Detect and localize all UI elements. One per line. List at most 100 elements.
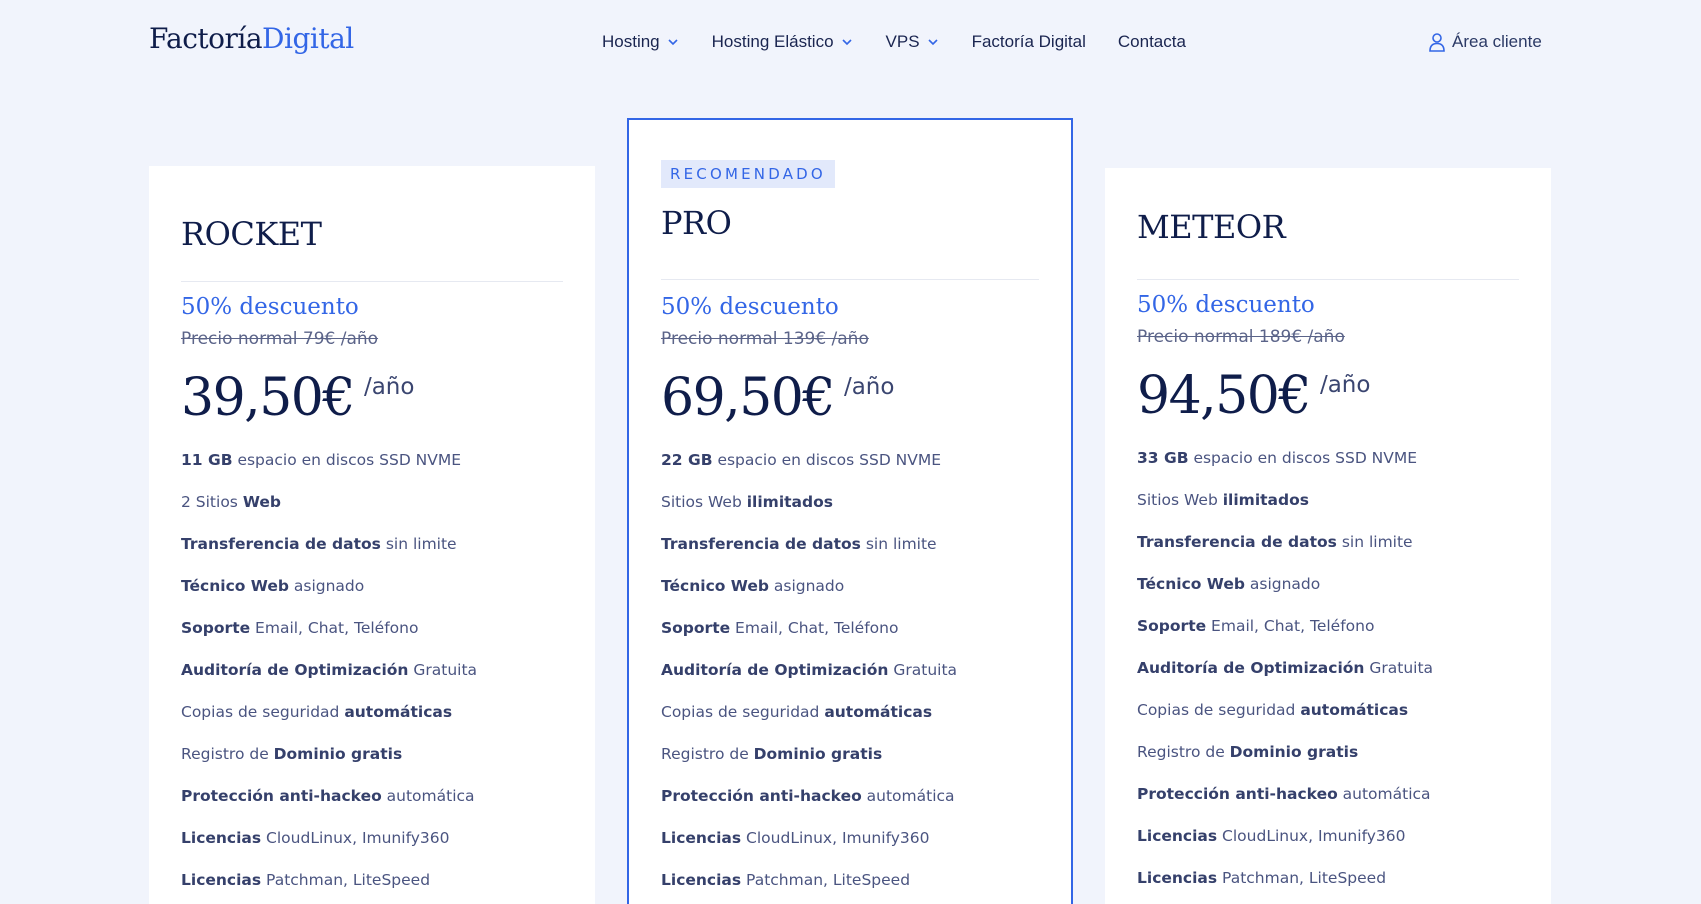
feature-text: Auditoría de Optimización [181, 661, 409, 679]
discount-label: 50% descuento [661, 294, 839, 320]
feature-item: Registro de Dominio gratis [661, 744, 957, 786]
feature-text: Registro de [661, 745, 754, 763]
plan-name: METEOR [1137, 208, 1286, 246]
divider [1137, 279, 1519, 280]
feature-list: 33 GB espacio en discos SSD NVME Sitios W… [1137, 448, 1433, 904]
feature-item: Copias de seguridad automáticas [181, 702, 477, 744]
feature-text: sin limite [1336, 533, 1413, 551]
feature-text: Sitios Web [661, 493, 747, 511]
feature-text: Transferencia de datos [661, 535, 861, 553]
feature-text: Copias de seguridad [661, 703, 825, 721]
feature-text: ilimitados [746, 493, 833, 511]
feature-text: Licencias [661, 829, 742, 847]
brand-logo-part1: Factoría [149, 22, 263, 55]
feature-item: Licencias CloudLinux, Imunify360 [181, 828, 477, 870]
nav-item-label: Factoría Digital [971, 32, 1086, 51]
feature-item: Sitios Web ilimitados [661, 492, 957, 534]
feature-item: 22 GB espacio en discos SSD NVME [661, 450, 957, 492]
feature-text: asignado [1244, 575, 1321, 593]
feature-text: Dominio gratis [1229, 743, 1359, 761]
nav-item-vps[interactable]: VPS [886, 32, 940, 52]
feature-item: Soporte Email, Chat, Teléfono [1137, 616, 1433, 658]
price: 94,50€ [1137, 366, 1311, 426]
nav-item-factoria-digital[interactable]: Factoría Digital [972, 32, 1086, 52]
feature-text: ilimitados [1222, 491, 1309, 509]
feature-text: Gratuita [408, 661, 478, 679]
price: 39,50€ [181, 368, 355, 428]
nav-item-hosting-elastico[interactable]: Hosting Elástico [712, 32, 854, 52]
feature-text: asignado [768, 577, 845, 595]
chevron-down-icon [841, 39, 852, 46]
feature-item: Auditoría de Optimización Gratuita [661, 660, 957, 702]
feature-text: Licencias [661, 871, 742, 889]
feature-text: espacio en discos SSD NVME [712, 451, 942, 469]
feature-text: sin limite [860, 535, 937, 553]
feature-text: espacio en discos SSD NVME [232, 451, 462, 469]
feature-list: 22 GB espacio en discos SSD NVME Sitios W… [661, 450, 957, 904]
feature-text: Dominio gratis [273, 745, 403, 763]
discount-label: 50% descuento [1137, 292, 1315, 318]
feature-text: Gratuita [1364, 659, 1434, 677]
feature-item: Licencias Patchman, LiteSpeed [661, 870, 957, 904]
feature-item: Transferencia de datos sin limite [661, 534, 957, 576]
feature-text: Registro de [1137, 743, 1230, 761]
client-area-link[interactable]: Área cliente [1428, 32, 1542, 52]
feature-text: Protección anti-hackeo [181, 787, 382, 805]
divider [181, 281, 563, 282]
feature-text: 2 Sitios [181, 493, 243, 511]
price-row: 69,50€ /año [661, 372, 894, 424]
divider [661, 279, 1039, 280]
feature-item: 11 GB espacio en discos SSD NVME [181, 450, 477, 492]
feature-item: Registro de Dominio gratis [181, 744, 477, 786]
price-period: /año [363, 374, 415, 400]
feature-item: Auditoría de Optimización Gratuita [1137, 658, 1433, 700]
feature-item: Transferencia de datos sin limite [181, 534, 477, 576]
feature-item: Licencias Patchman, LiteSpeed [181, 870, 477, 904]
feature-item: Soporte Email, Chat, Teléfono [181, 618, 477, 660]
feature-text: CloudLinux, Imunify360 [741, 829, 930, 847]
feature-text: Registro de [181, 745, 274, 763]
plan-card-meteor: METEOR 50% descuento Precio normal 189€ … [1105, 168, 1551, 904]
nav-item-hosting[interactable]: Hosting [602, 32, 680, 52]
feature-text: Técnico Web [1137, 575, 1245, 593]
feature-item: Copias de seguridad automáticas [1137, 700, 1433, 742]
feature-item: Registro de Dominio gratis [1137, 742, 1433, 784]
feature-text: Técnico Web [661, 577, 769, 595]
site-header: FactoríaDigital Hosting Hosting Elástico… [0, 0, 1701, 84]
plan-name: ROCKET [181, 215, 322, 253]
feature-text: automática [381, 787, 475, 805]
normal-price: Precio normal 139€ /año [661, 329, 869, 349]
feature-text: Licencias [1137, 827, 1218, 845]
feature-text: Sitios Web [1137, 491, 1223, 509]
feature-text: Licencias [1137, 869, 1218, 887]
feature-text: Copias de seguridad [181, 703, 345, 721]
feature-text: 33 GB [1137, 449, 1189, 467]
nav-item-contacta[interactable]: Contacta [1118, 32, 1186, 52]
nav-item-label: VPS [885, 32, 920, 51]
feature-item: Auditoría de Optimización Gratuita [181, 660, 477, 702]
plan-card-rocket: ROCKET 50% descuento Precio normal 79€ /… [149, 166, 595, 904]
price-row: 94,50€ /año [1137, 370, 1370, 422]
feature-text: automáticas [1300, 701, 1409, 719]
feature-text: Protección anti-hackeo [1137, 785, 1338, 803]
feature-text: Transferencia de datos [1137, 533, 1337, 551]
user-icon [1429, 33, 1445, 52]
feature-text: sin limite [380, 535, 457, 553]
feature-text: Email, Chat, Teléfono [1206, 617, 1375, 635]
chevron-down-icon [668, 39, 678, 46]
feature-text: Copias de seguridad [1137, 701, 1301, 719]
feature-item: Licencias CloudLinux, Imunify360 [1137, 826, 1433, 868]
feature-item: Protección anti-hackeo automática [181, 786, 477, 828]
feature-item: Licencias Patchman, LiteSpeed [1137, 868, 1433, 904]
feature-text: Auditoría de Optimización [661, 661, 889, 679]
feature-text: Protección anti-hackeo [661, 787, 862, 805]
feature-item: Licencias CloudLinux, Imunify360 [661, 828, 957, 870]
brand-logo-part2: Digital [262, 22, 354, 55]
plan-name: PRO [661, 204, 732, 242]
price: 69,50€ [661, 368, 835, 428]
feature-text: Técnico Web [181, 577, 289, 595]
feature-text: Soporte [661, 619, 731, 637]
price-period: /año [1319, 372, 1371, 398]
feature-item: Transferencia de datos sin limite [1137, 532, 1433, 574]
brand-logo[interactable]: FactoríaDigital [149, 22, 354, 55]
